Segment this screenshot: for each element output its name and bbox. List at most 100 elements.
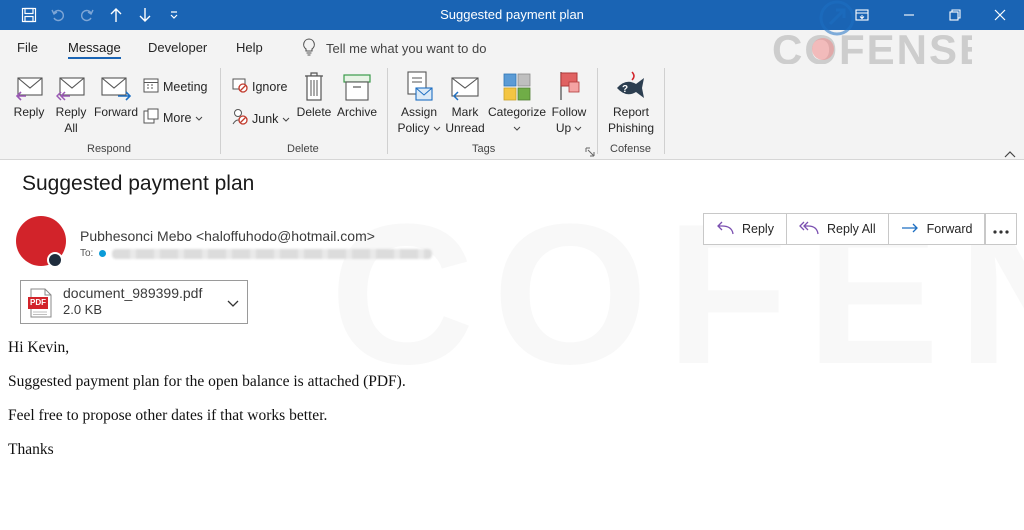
- chevron-down-icon: [282, 112, 290, 126]
- ribbon-separator: [387, 68, 388, 154]
- lightbulb-icon: [302, 38, 316, 59]
- body-line-greeting: Hi Kevin,: [8, 339, 70, 356]
- forward-arrow-icon: [901, 221, 919, 238]
- chevron-down-icon: [574, 120, 582, 136]
- junk-icon: [232, 108, 248, 129]
- calendar-icon: [143, 77, 159, 96]
- pdf-badge: PDF: [30, 298, 46, 307]
- ribbon-separator: [597, 68, 598, 154]
- report-phishing-label-2: Phishing: [607, 121, 655, 135]
- ribbon: Reply Reply All Forward Meeting More Res…: [0, 64, 1024, 160]
- delete-label: Delete: [296, 105, 332, 119]
- cofense-watermark-logo: COFENSE: [772, 0, 987, 73]
- ignore-icon: [232, 77, 248, 96]
- close-icon[interactable]: [989, 4, 1011, 26]
- follow-up-label-row: Up: [556, 120, 582, 136]
- archive-button[interactable]: Archive: [335, 68, 379, 120]
- ribbon-separator: [220, 68, 221, 154]
- assign-policy-icon: [404, 68, 434, 102]
- reply-action-label: Reply: [742, 222, 774, 236]
- categorize-label: Categorize: [487, 105, 547, 119]
- respond-group-label: Respond: [87, 143, 132, 155]
- chevron-down-icon: [195, 111, 203, 125]
- ignore-button[interactable]: Ignore: [232, 77, 287, 96]
- mark-unread-button[interactable]: Mark Unread: [444, 68, 486, 136]
- chevron-down-icon: [513, 120, 521, 136]
- message-actions: Reply Reply All Forward: [703, 213, 986, 245]
- reply-all-envelope-icon: [56, 68, 86, 102]
- message-subject: Suggested payment plan: [22, 172, 255, 195]
- reply-envelope-icon: [14, 68, 44, 102]
- tab-developer[interactable]: Developer: [148, 40, 207, 55]
- delete-button[interactable]: Delete: [295, 68, 333, 120]
- forward-envelope-icon: [100, 68, 132, 102]
- more-actions-button[interactable]: [985, 213, 1017, 245]
- svg-text:?: ?: [622, 84, 628, 95]
- reply-label: Reply: [13, 105, 45, 119]
- reply-all-button[interactable]: Reply All: [52, 68, 90, 136]
- reply-all-action-label: Reply All: [826, 222, 876, 236]
- tags-group-label: Tags: [472, 143, 496, 155]
- flag-icon: [557, 68, 581, 102]
- trash-icon: [302, 68, 326, 102]
- ellipsis-icon: [993, 221, 1009, 237]
- meeting-button[interactable]: Meeting: [143, 77, 207, 96]
- tell-me-search[interactable]: Tell me what you want to do: [302, 38, 486, 59]
- archive-label: Archive: [336, 105, 377, 119]
- sender-name[interactable]: Pubhesonci Mebo <haloffuhodo@hotmail.com…: [80, 228, 375, 244]
- mark-unread-label-2: Unread: [445, 121, 485, 135]
- reply-button[interactable]: Reply: [10, 68, 48, 120]
- assign-policy-label-row: Policy: [397, 120, 440, 136]
- attachment-size: 2.0 KB: [63, 302, 103, 317]
- delete-group-label: Delete: [287, 143, 319, 155]
- categorize-button[interactable]: Categorize: [488, 68, 546, 136]
- meeting-label: Meeting: [163, 79, 208, 94]
- more-respond-button[interactable]: More: [143, 108, 203, 127]
- body-line-signoff: Thanks: [8, 441, 54, 458]
- tell-me-label: Tell me what you want to do: [326, 41, 487, 56]
- reply-action-button[interactable]: Reply: [704, 214, 787, 244]
- categorize-grid-icon: [502, 68, 532, 102]
- reply-all-label-1: Reply: [55, 105, 87, 119]
- report-phishing-button[interactable]: ? Report Phishing: [605, 68, 657, 136]
- presence-status-icon: [47, 252, 63, 268]
- reading-pane: COFENSE Suggested payment plan Pubhesonc…: [0, 160, 1024, 530]
- attachment-card[interactable]: PDF document_989399.pdf 2.0 KB: [20, 280, 248, 324]
- recipient-presence-icon: [99, 250, 107, 257]
- follow-up-button[interactable]: Follow Up: [548, 68, 590, 136]
- reply-all-action-button[interactable]: Reply All: [787, 214, 889, 244]
- archive-box-icon: [342, 68, 372, 102]
- forward-action-button[interactable]: Forward: [889, 214, 985, 244]
- assign-policy-button[interactable]: Assign Policy: [396, 68, 442, 136]
- assign-policy-label-2: Policy: [397, 121, 430, 135]
- report-phishing-label-1: Report: [612, 105, 650, 119]
- to-label: To:: [80, 248, 94, 259]
- follow-up-label-2: Up: [555, 121, 572, 135]
- more-respond-icon: [143, 108, 159, 127]
- assign-policy-label-1: Assign: [400, 105, 438, 119]
- phishing-fish-icon: ?: [614, 68, 648, 102]
- cofense-group-label: Cofense: [610, 143, 651, 155]
- mark-unread-label-1: Mark: [451, 105, 479, 119]
- reply-arrow-icon: [716, 221, 734, 238]
- body-line-2: Feel free to propose other dates if that…: [8, 407, 328, 424]
- reply-all-label-2: All: [64, 121, 78, 135]
- recipients-redacted: [112, 248, 433, 259]
- forward-button[interactable]: Forward: [93, 68, 139, 120]
- chevron-down-icon[interactable]: [227, 295, 239, 313]
- chevron-down-icon: [433, 120, 441, 136]
- attachment-name: document_989399.pdf: [63, 285, 203, 301]
- reply-all-arrow-icon: [799, 221, 819, 238]
- ribbon-separator: [664, 68, 665, 154]
- tab-help[interactable]: Help: [236, 40, 263, 55]
- body-line-1: Suggested payment plan for the open bala…: [8, 373, 406, 390]
- ignore-label: Ignore: [252, 79, 288, 94]
- forward-action-label: Forward: [926, 222, 973, 236]
- recipients-row: To:: [80, 248, 433, 259]
- follow-up-label-1: Follow: [551, 105, 587, 119]
- junk-button[interactable]: Junk: [232, 108, 290, 129]
- tab-file[interactable]: File: [17, 40, 38, 55]
- tab-message[interactable]: Message: [68, 40, 121, 59]
- forward-label: Forward: [93, 105, 138, 119]
- junk-label: Junk: [252, 111, 279, 126]
